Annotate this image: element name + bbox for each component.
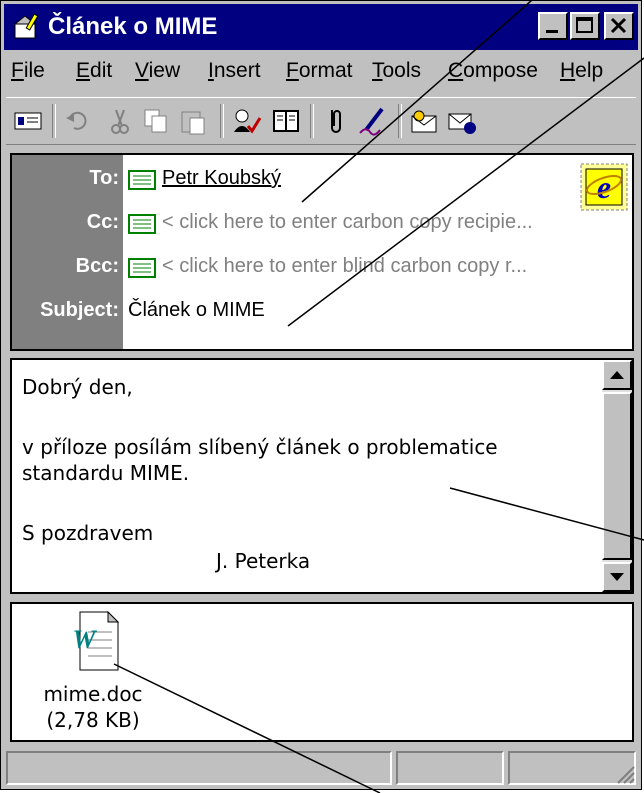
- attachment-pane: W mime.doc (2,78 KB): [10, 602, 634, 742]
- attachment-filename[interactable]: mime.doc: [18, 682, 168, 706]
- maximize-button[interactable]: [570, 12, 600, 40]
- subject-label: Subject:: [40, 299, 119, 321]
- internet-explorer-stamp-icon: e: [580, 163, 628, 211]
- menu-help[interactable]: Help: [560, 59, 603, 83]
- scroll-down-button[interactable]: [602, 562, 632, 592]
- menu-edit[interactable]: Edit: [76, 59, 112, 83]
- attachment-size: (2,78 KB): [46, 708, 140, 732]
- svg-text:e: e: [597, 169, 611, 205]
- body-line: v příloze posílám slíbený článek o probl…: [22, 435, 498, 459]
- menu-format[interactable]: Format: [286, 59, 353, 83]
- close-icon: [610, 17, 627, 34]
- arrow-up-icon: [610, 371, 624, 379]
- body-closing: S pozdravem: [22, 521, 154, 545]
- digitally-sign-icon[interactable]: [446, 106, 478, 136]
- attach-icon[interactable]: [318, 106, 350, 136]
- bcc-label: Bcc:: [75, 255, 119, 277]
- copy-icon[interactable]: [140, 106, 172, 136]
- resize-grip-icon[interactable]: [614, 763, 636, 785]
- toolbar: [6, 97, 636, 145]
- bcc-field[interactable]: < click here to enter blind carbon copy …: [162, 255, 527, 278]
- menu-view[interactable]: View: [135, 59, 180, 83]
- minimize-icon: [546, 30, 558, 33]
- status-panel: [396, 751, 504, 785]
- compose-window: Článek o MIME File Edit View Insert Form…: [0, 0, 642, 790]
- address-card-icon: [128, 214, 156, 234]
- undo-icon[interactable]: [62, 106, 94, 136]
- body-scrollbar[interactable]: [602, 360, 632, 592]
- menu-tools[interactable]: Tools: [372, 59, 421, 83]
- menu-compose[interactable]: Compose: [448, 59, 538, 83]
- subject-field[interactable]: Článek o MIME: [128, 299, 265, 322]
- cc-field[interactable]: < click here to enter carbon copy recipi…: [162, 211, 533, 234]
- message-header: To: Petr Koubský Cc: < click here to ent…: [10, 153, 634, 351]
- scroll-thumb[interactable]: [602, 392, 632, 560]
- send-icon[interactable]: [12, 106, 44, 136]
- to-field[interactable]: Petr Koubský: [162, 167, 281, 190]
- title-bar[interactable]: Článek o MIME: [4, 4, 638, 50]
- menu-file[interactable]: File: [11, 59, 45, 83]
- status-bar: [6, 749, 636, 787]
- to-label: To:: [89, 167, 119, 189]
- body-line: standardu MIME.: [22, 461, 190, 485]
- cc-label: Cc:: [86, 211, 119, 233]
- menu-insert[interactable]: Insert: [208, 59, 261, 83]
- to-recipient[interactable]: Petr Koubský: [162, 167, 281, 189]
- scroll-up-button[interactable]: [602, 360, 632, 390]
- signature-icon[interactable]: [356, 106, 388, 136]
- close-button[interactable]: [604, 12, 634, 40]
- window-title: Článek o MIME: [48, 13, 218, 40]
- maximize-icon: [576, 17, 593, 33]
- address-card-icon: [128, 258, 156, 278]
- business-card-icon[interactable]: [408, 106, 440, 136]
- menu-bar: File Edit View Insert Format Tools Compo…: [4, 53, 638, 93]
- address-book-icon[interactable]: [270, 106, 302, 136]
- message-body[interactable]: Dobrý den, v příloze posílám slíbený člá…: [10, 358, 634, 594]
- body-signature: J. Peterka: [216, 549, 311, 573]
- paste-icon[interactable]: [178, 106, 210, 136]
- cut-icon[interactable]: [104, 106, 136, 136]
- check-names-icon[interactable]: [230, 106, 262, 136]
- address-card-icon: [128, 170, 156, 190]
- word-document-icon[interactable]: W: [68, 610, 120, 672]
- svg-text:W: W: [72, 625, 97, 654]
- status-panel: [6, 751, 392, 785]
- compose-mail-icon: [13, 13, 39, 39]
- arrow-down-icon: [610, 573, 624, 581]
- body-greeting: Dobrý den,: [22, 375, 133, 399]
- minimize-button[interactable]: [538, 12, 568, 40]
